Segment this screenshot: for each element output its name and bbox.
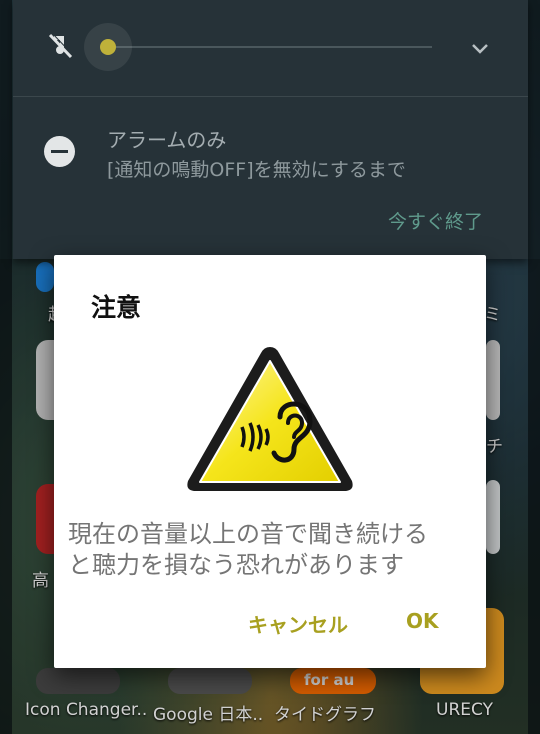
dialog-message-line: と聴力を損なう恐れがあります — [68, 551, 404, 579]
hearing-warning-dialog: 注意 現在の音量以上の音で聞き続ける と聴力を損なう恐れがあります キャンセル … — [54, 255, 486, 668]
dnd-mode-subtitle: [通知の鳴動OFF]を無効にするまで — [107, 159, 406, 181]
dialog-actions: キャンセル OK — [54, 609, 486, 649]
divider — [13, 96, 528, 97]
ringer-off-icon[interactable] — [45, 30, 75, 60]
end-now-button[interactable]: 今すぐ終了 — [388, 207, 483, 234]
do-not-disturb-icon — [44, 136, 75, 167]
volume-slider-thumb[interactable] — [100, 39, 116, 55]
dialog-message-line: 現在の音量以上の音で聞き続ける — [68, 520, 428, 548]
dnd-mode-title: アラームのみ — [107, 128, 227, 152]
cancel-button[interactable]: キャンセル — [248, 609, 348, 638]
ok-button[interactable]: OK — [406, 609, 439, 633]
chevron-down-icon[interactable] — [468, 36, 492, 60]
dialog-title: 注意 — [91, 293, 142, 322]
volume-slider-track[interactable] — [108, 46, 432, 48]
dialog-message: 現在の音量以上の音で聞き続ける と聴力を損なう恐れがあります — [68, 519, 478, 581]
hearing-warning-icon — [187, 347, 353, 491]
